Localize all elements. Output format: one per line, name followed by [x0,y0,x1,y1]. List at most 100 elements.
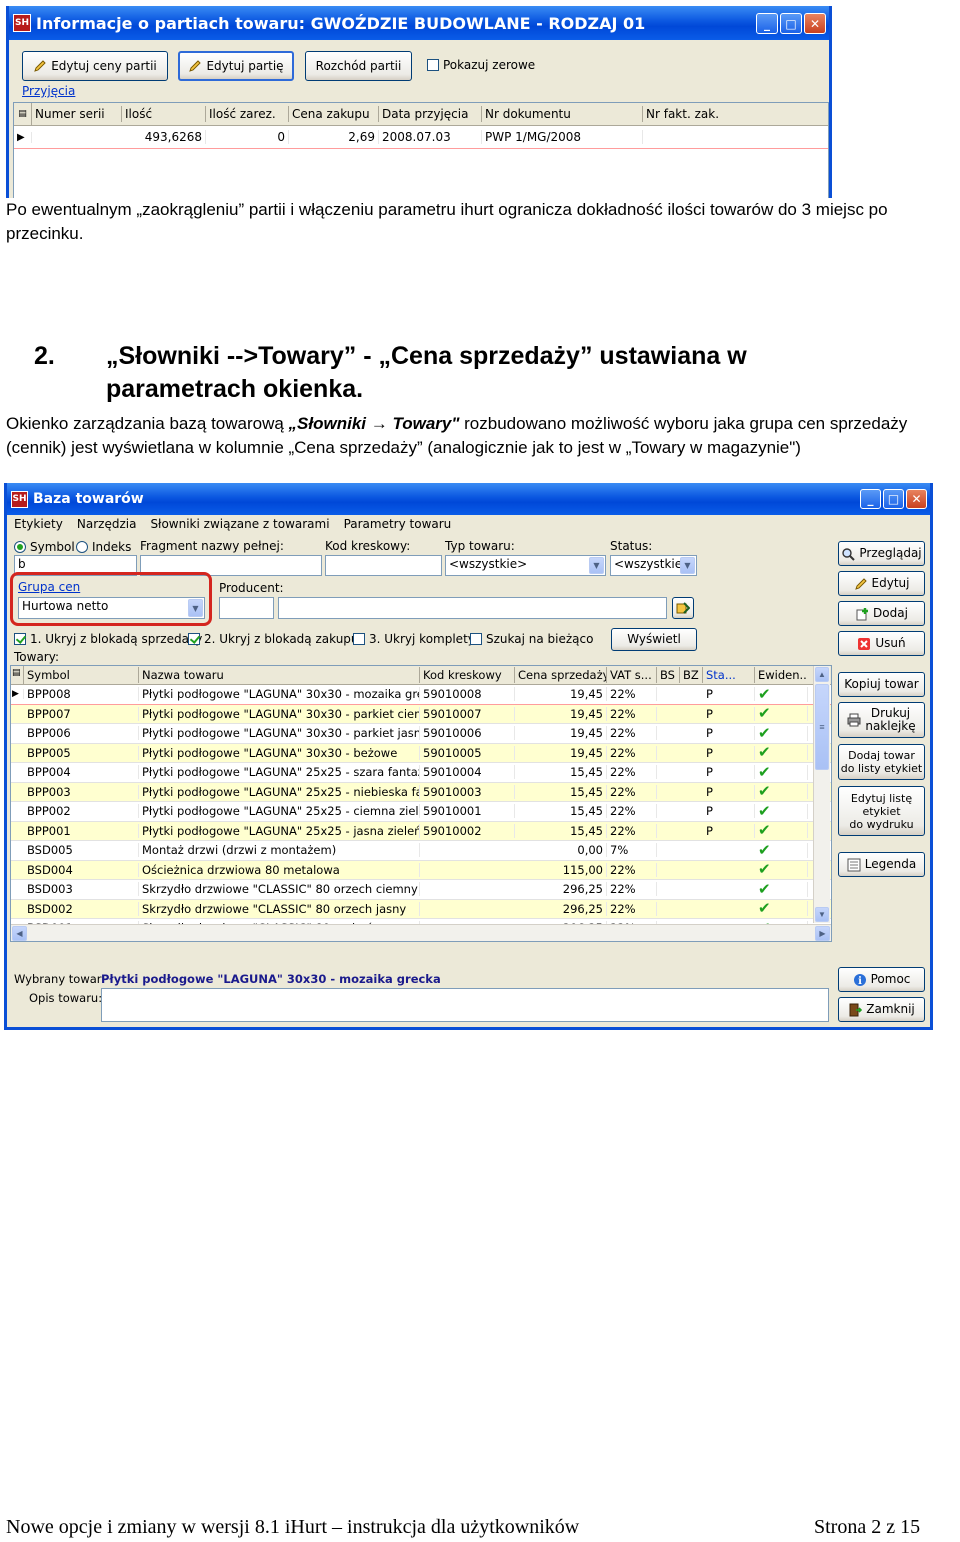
menu-product-dictionaries[interactable]: Słowniki związane z towarami [150,517,329,531]
col-receipt-date[interactable]: Data przyjęcia [379,106,482,122]
col-tracked[interactable]: Ewiden... [755,667,808,683]
table-row[interactable]: BPP006 Płytki podłogowe "LAGUNA" 30x30 - … [11,724,831,744]
producer-code-input[interactable] [219,597,274,619]
scroll-left-button[interactable]: ◀ [12,926,27,941]
edit-label-list-button[interactable]: Edytuj listę etykiet do wydruku [838,786,925,836]
col-bz[interactable]: BZ [680,667,703,683]
col-doc-number[interactable]: Nr dokumentu [482,106,643,122]
status-label: Status: [610,539,653,553]
producer-name-input[interactable] [278,597,667,619]
col-status[interactable]: Sta... [703,667,755,683]
batch-info-titlebar[interactable]: SH Informacje o partiach towaru: GWOŹDZI… [9,6,829,40]
radio-symbol[interactable]: Symbol [14,540,75,554]
minimize-button[interactable]: _ [756,13,778,34]
col-invoice-number[interactable]: Nr fakt. zak. [643,106,828,122]
horizontal-scrollbar[interactable]: ◀ ▶ [11,924,831,941]
scroll-thumb[interactable]: ≡ [815,684,829,770]
table-row[interactable]: BPP001 Płytki podłogowe "LAGUNA" 25x25 - … [11,821,831,841]
table-cell: 15,45 [515,823,607,838]
scroll-right-button[interactable]: ▶ [815,926,830,941]
checkbox-box[interactable] [188,633,200,645]
col-bs[interactable]: BS [657,667,680,683]
table-row[interactable]: BPP003 Płytki podłogowe "LAGUNA" 25x25 - … [11,782,831,802]
hide-kits-checkbox[interactable]: 3. Ukryj komplety [353,632,475,646]
close-button[interactable]: ✕ [906,489,927,509]
table-row[interactable]: BSD003 Skrzydło drzwiowe "CLASSIC" 80 orz… [11,880,831,900]
radio-index[interactable]: Indeks [76,540,131,554]
checkbox-box[interactable] [353,633,365,645]
batch-outflow-button[interactable]: Rozchód partii [305,51,412,81]
table-cell: 15,45 [515,765,607,780]
status-select[interactable]: <wszystkie> ▼ [610,555,697,576]
edit-button[interactable]: Edytuj [838,571,925,596]
table-row[interactable]: BPP004 Płytki podłogowe "LAGUNA" 25x25 - … [11,763,831,783]
delete-button[interactable]: Usuń [838,631,925,656]
product-base-titlebar[interactable]: SH Baza towarów _ □ ✕ [7,483,930,515]
tracked-check-icon: ✔ [755,764,808,780]
browse-button[interactable]: Przeglądaj [838,541,925,566]
maximize-button[interactable]: □ [780,13,802,34]
table-cell: Skrzydło drzwiowe "CLASSIC" 80 orzech ja… [139,901,420,916]
menu-product-params[interactable]: Parametry towaru [344,517,452,531]
chevron-down-icon[interactable]: ▼ [589,557,604,574]
minimize-button[interactable]: _ [860,489,881,509]
hide-purchase-blocked-checkbox[interactable]: 2. Ukryj z blokadą zakupu [188,632,359,646]
legend-button[interactable]: Legenda [838,852,925,877]
hide-sale-blocked-checkbox[interactable]: 1. Ukryj z blokadą sprzedaży [14,632,202,646]
table-row[interactable]: BSD005 Montaż drzwi (drzwi z montażem) 0,0… [11,841,831,861]
table-cell: 19,45 [515,687,607,702]
vertical-scrollbar[interactable]: ▲ ≡ ▼ [813,666,830,923]
batch-info-window: SH Informacje o partiach towaru: GWOŹDZI… [6,6,832,198]
description-textarea[interactable] [101,988,829,1022]
table-cell: Płytki podłogowe "LAGUNA" 25x25 - niebie… [139,784,420,799]
live-search-checkbox[interactable]: Szukaj na bieżąco [470,632,593,646]
col-name[interactable]: Nazwa towaru [139,667,420,683]
add-to-labels-button[interactable]: Dodaj towar do listy etykiet [838,744,925,780]
scroll-down-button[interactable]: ▼ [815,907,829,922]
pencil-icon [854,577,868,591]
edit-batch-button[interactable]: Edytuj partię [178,51,294,81]
barcode-input[interactable] [325,555,442,576]
col-purchase-price[interactable]: Cena zakupu [289,106,379,122]
product-type-select[interactable]: <wszystkie> ▼ [445,555,606,576]
radio-symbol-dot[interactable] [14,541,26,553]
help-button[interactable]: i Pomoc [838,967,925,992]
radio-index-dot[interactable] [76,541,88,553]
products-grid[interactable]: ▤ Symbol Nazwa towaru Kod kreskowy Cena … [10,665,832,942]
col-barcode[interactable]: Kod kreskowy [420,667,515,683]
maximize-button[interactable]: □ [883,489,904,509]
checkbox-box[interactable] [427,59,439,71]
add-button[interactable]: Dodaj [838,601,925,626]
col-symbol[interactable]: Symbol [24,667,139,683]
table-row[interactable]: BPP005 Płytki podłogowe "LAGUNA" 30x30 - … [11,743,831,763]
show-zero-checkbox[interactable]: Pokazuj zerowe [427,58,535,72]
col-serial[interactable]: Numer serii [32,106,122,122]
print-sticker-button[interactable]: Drukuj naklejkę [838,702,925,738]
table-row[interactable]: ▶ BPP008 Płytki podłogowe "LAGUNA" 30x30 -… [11,685,831,705]
scroll-up-button[interactable]: ▲ [815,667,829,682]
edit-prices-button[interactable]: Edytuj ceny partii [22,51,168,81]
price-group-select[interactable]: Hurtowa netto ▼ [18,597,205,619]
menu-labels[interactable]: Etykiety [14,517,63,531]
checkbox-box[interactable] [14,633,26,645]
col-qty[interactable]: Ilość [122,106,206,122]
table-row[interactable]: BSD002 Skrzydło drzwiowe "CLASSIC" 80 orz… [11,899,831,919]
copy-product-button[interactable]: Kopiuj towar [838,672,925,697]
producer-lookup-button[interactable] [672,597,694,619]
close-window-button[interactable]: Zamknij [838,997,925,1022]
checkbox-box[interactable] [470,633,482,645]
batch-grid[interactable]: ▤ Numer serii Ilość Ilość zarez. Cena za… [13,102,829,198]
col-sale-price[interactable]: Cena sprzedaży [515,667,607,683]
tab-receipts[interactable]: Przyjęcia [22,84,75,98]
menu-tools[interactable]: Narzędzia [77,517,137,531]
close-button[interactable]: ✕ [804,13,826,34]
table-row[interactable]: BPP007 Płytki podłogowe "LAGUNA" 30x30 - … [11,704,831,724]
show-button[interactable]: Wyświetl [611,628,697,651]
chevron-down-icon[interactable]: ▼ [680,557,695,574]
col-vat[interactable]: VAT s... [607,667,657,683]
table-row[interactable]: ▶ 493,6268 0 2,69 2008.07.03 PWP 1/MG/20… [14,126,828,149]
table-row[interactable]: BSD004 Ościeżnica drzwiowa 80 metalowa 115… [11,860,831,880]
chevron-down-icon[interactable]: ▼ [188,599,203,617]
table-row[interactable]: BPP002 Płytki podłogowe "LAGUNA" 25x25 - … [11,802,831,822]
col-qty-reserved[interactable]: Ilość zarez. [206,106,289,122]
